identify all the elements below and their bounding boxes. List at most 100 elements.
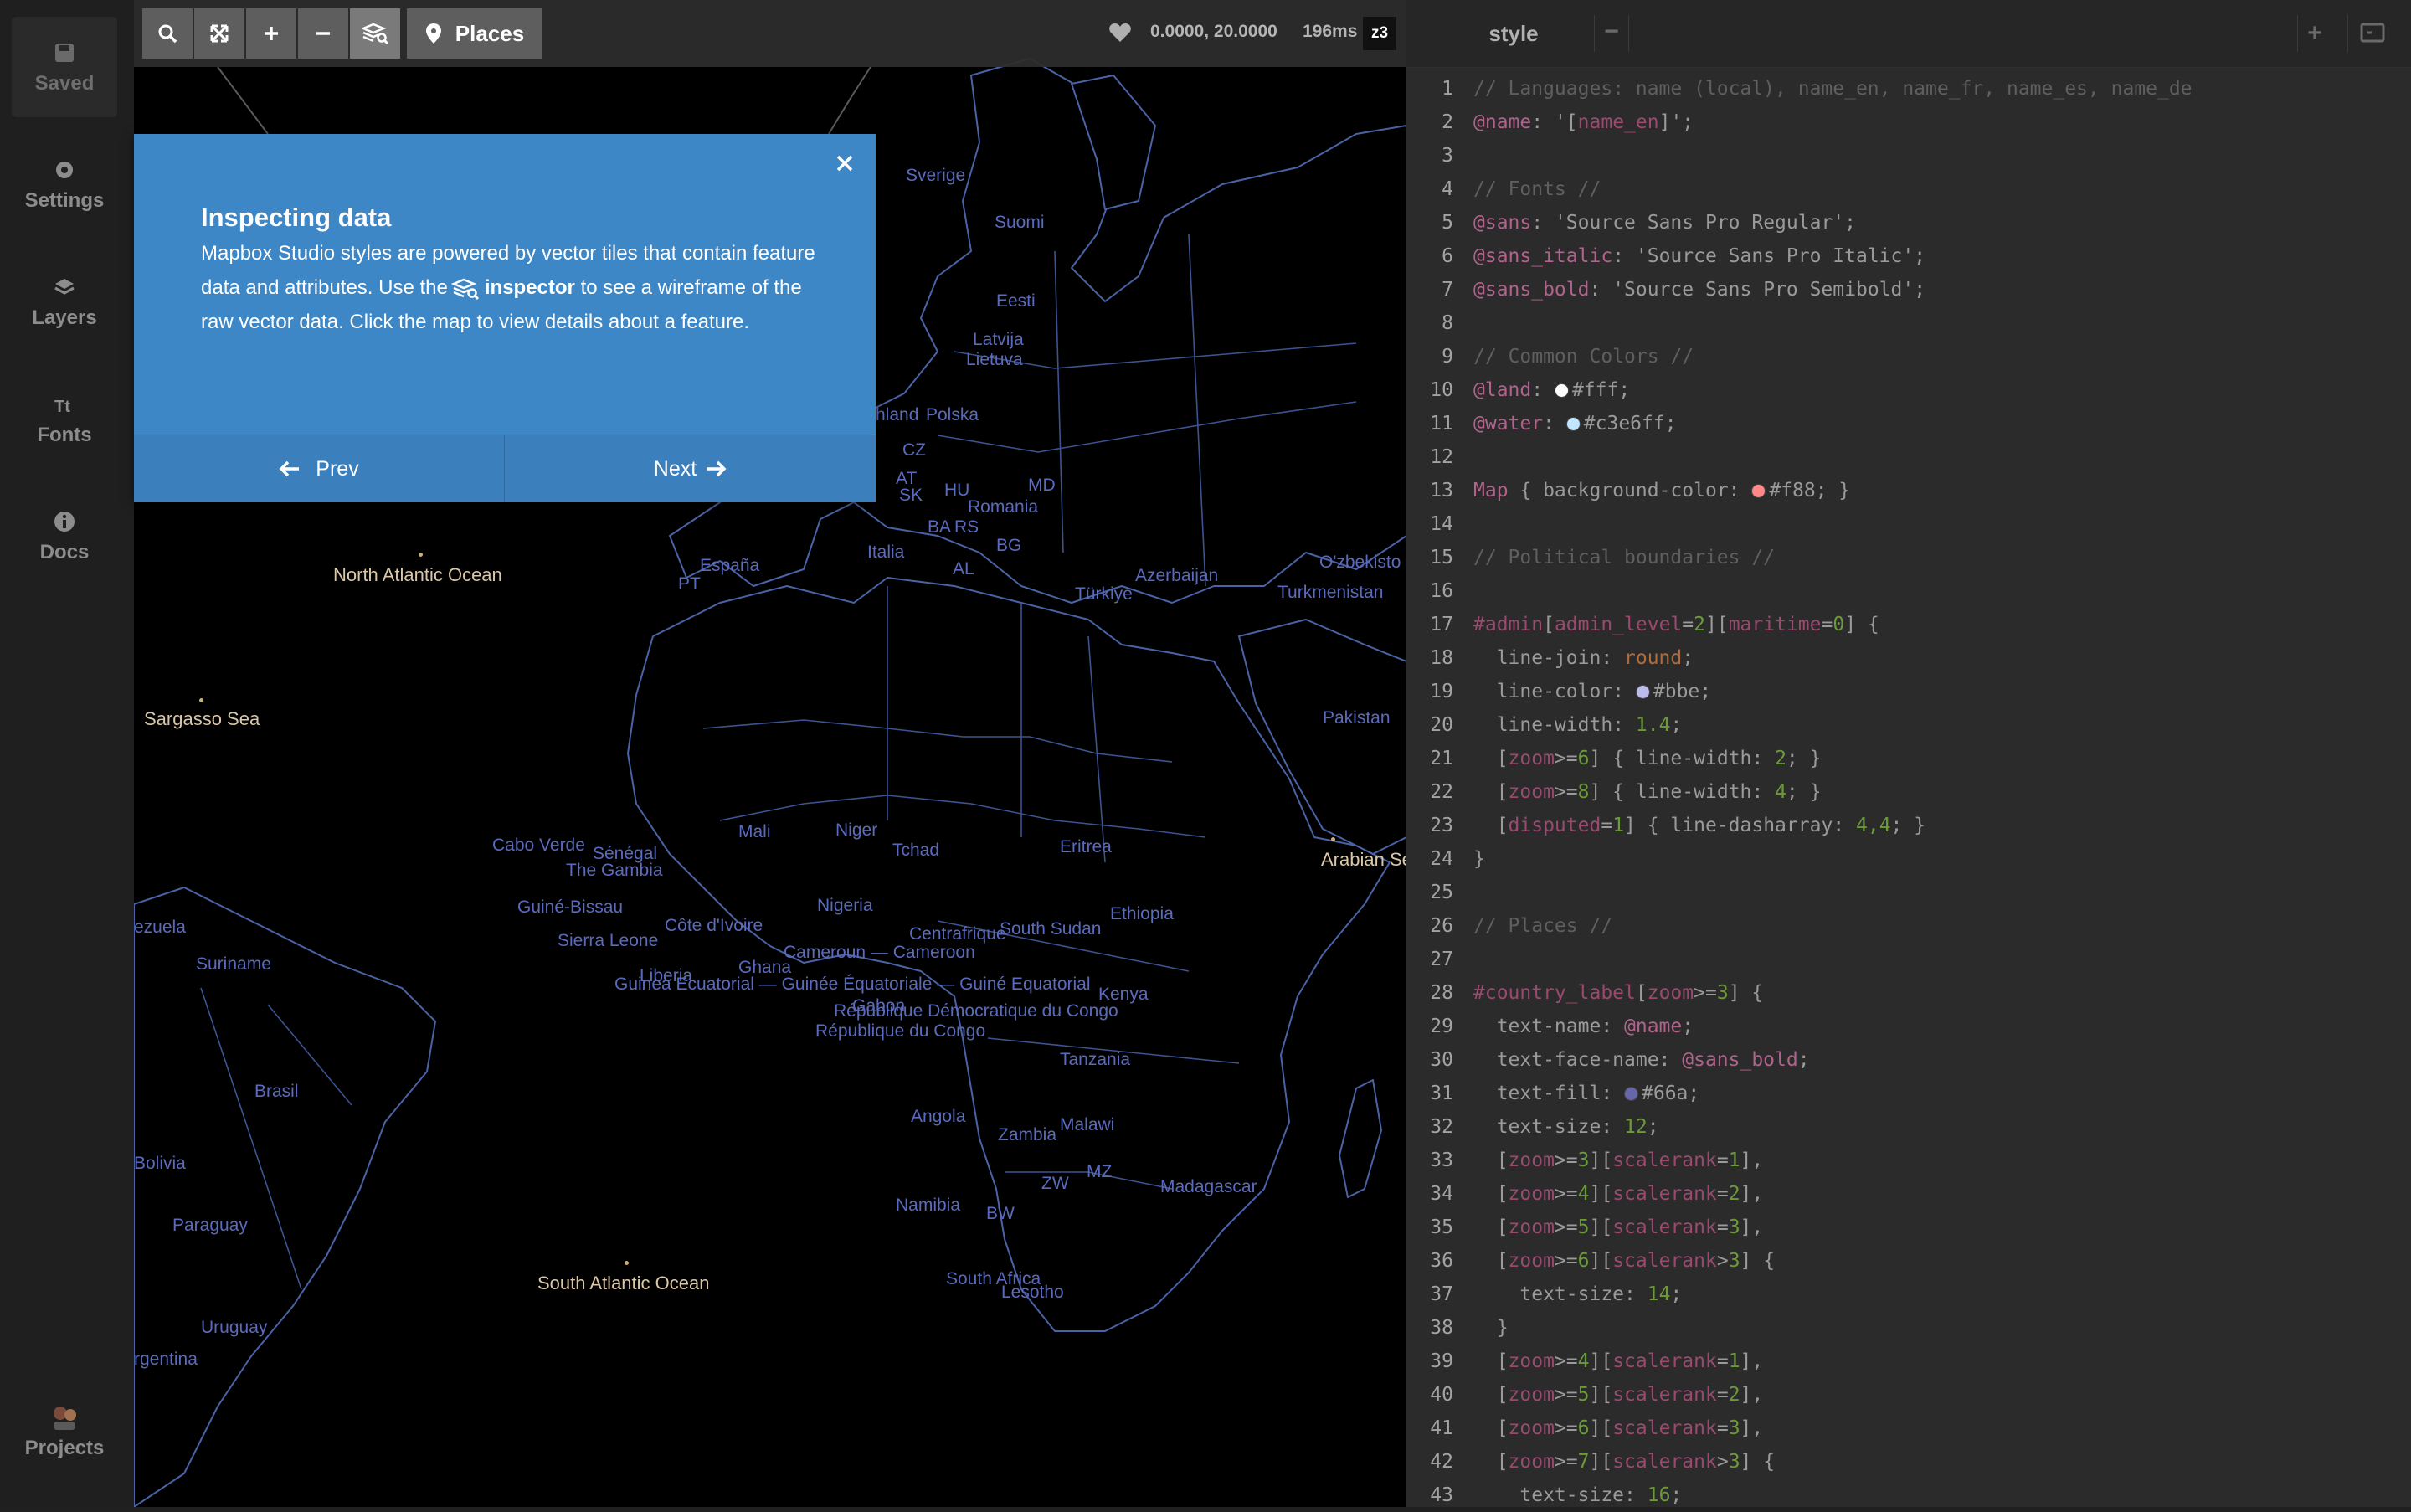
code-line[interactable]: 22 [zoom>=8] { line-width: 4; } (1406, 775, 2411, 809)
line-number: 3 (1442, 145, 1453, 167)
sidebar-item-layers[interactable]: Layers (12, 251, 117, 352)
code-line[interactable]: 29 text-name: @name; (1406, 1010, 2411, 1043)
prev-label: Prev (316, 456, 359, 481)
code-line[interactable]: 23 [disputed=1] { line-dasharray: 4,4; } (1406, 809, 2411, 842)
country-label: BA (928, 517, 952, 537)
country-label: Sierra Leone (558, 931, 659, 950)
remove-tab-button[interactable]: − (1594, 15, 1629, 52)
code-line[interactable]: 3 (1406, 139, 2411, 172)
inspector-button[interactable] (350, 8, 400, 59)
code-text: [zoom>=6][scalerank=3], (1473, 1417, 1764, 1439)
code-line[interactable]: 17 #admin[admin_level=2][maritime=0] { (1406, 608, 2411, 641)
line-number: 35 (1430, 1216, 1453, 1238)
country-label: CZ (902, 440, 926, 460)
code-line[interactable]: 21 [zoom>=6] { line-width: 2; } (1406, 742, 2411, 775)
country-label: PT (678, 574, 701, 594)
code-line[interactable]: 12 (1406, 440, 2411, 474)
code-text: #country_label[zoom>=3] { (1473, 982, 1764, 1004)
code-line[interactable]: 33 [zoom>=3][scalerank=1], (1406, 1144, 2411, 1177)
code-line[interactable]: 18 line-join: round; (1406, 641, 2411, 675)
code-editor[interactable]: 1 // Languages: name (local), name_en, na… (1406, 72, 2411, 1512)
code-line[interactable]: 20 line-width: 1.4; (1406, 708, 2411, 742)
line-number: 33 (1430, 1149, 1453, 1171)
code-line[interactable]: 32 text-size: 12; (1406, 1110, 2411, 1144)
country-label: rgentina (134, 1350, 198, 1369)
code-line[interactable]: 35 [zoom>=5][scalerank=3], (1406, 1211, 2411, 1244)
code-line[interactable]: 40 [zoom>=5][scalerank=2], (1406, 1378, 2411, 1412)
code-line[interactable]: 14 (1406, 507, 2411, 541)
heart-icon[interactable] (1108, 22, 1132, 44)
code-line[interactable]: 11 @water: #c3e6ff; (1406, 407, 2411, 440)
country-label: ZW (1041, 1174, 1069, 1193)
line-number: 32 (1430, 1116, 1453, 1138)
sidebar-item-label: Docs (39, 541, 90, 563)
line-number: 29 (1430, 1016, 1453, 1037)
sidebar-item-settings[interactable]: Settings (12, 134, 117, 234)
code-line[interactable]: 37 text-size: 14; (1406, 1278, 2411, 1311)
code-text: [zoom>=8] { line-width: 4; } (1473, 781, 1822, 803)
tab-style[interactable]: style (1406, 0, 1621, 67)
code-line[interactable]: 10 @land: #fff; (1406, 373, 2411, 407)
code-line[interactable]: 7 @sans_bold: 'Source Sans Pro Semibold'; (1406, 273, 2411, 306)
code-line[interactable]: 2 @name: '[name_en]'; (1406, 105, 2411, 139)
sidebar-item-docs[interactable]: Docs (12, 486, 117, 586)
sidebar-item-fonts[interactable]: Tt Fonts (12, 368, 117, 469)
code-line[interactable]: 30 text-face-name: @sans_bold; (1406, 1043, 2411, 1077)
code-line[interactable]: 36 [zoom>=6][scalerank>3] { (1406, 1244, 2411, 1278)
dialog-button-row: Prev Next (134, 435, 876, 502)
label-point (199, 698, 203, 702)
places-button[interactable]: Places (407, 8, 542, 59)
code-line[interactable]: 13 Map { background-color: #f88; } (1406, 474, 2411, 507)
line-number: 14 (1430, 513, 1453, 535)
sidebar-item-projects[interactable]: Projects (12, 1390, 117, 1490)
add-tab-button[interactable]: + (2297, 15, 2331, 52)
country-label: Suriname (196, 954, 271, 974)
code-line[interactable]: 43 text-size: 16; (1406, 1479, 2411, 1512)
line-number: 36 (1430, 1250, 1453, 1272)
prev-button[interactable]: Prev (134, 435, 505, 502)
code-text: [zoom>=4][scalerank=2], (1473, 1183, 1764, 1205)
code-line[interactable]: 31 text-fill: #66a; (1406, 1077, 2411, 1110)
code-text: [zoom>=5][scalerank=2], (1473, 1384, 1764, 1406)
line-number: 19 (1430, 681, 1453, 702)
country-label: HU (944, 481, 970, 500)
minus-icon: − (1604, 18, 1619, 45)
toggle-panel-button[interactable] (2347, 15, 2395, 52)
search-button[interactable] (142, 8, 193, 59)
zoom-in-button[interactable] (246, 8, 296, 59)
code-line[interactable]: 4 // Fonts // (1406, 172, 2411, 206)
code-line[interactable]: 24} (1406, 842, 2411, 876)
country-label: O'zbekisto (1319, 553, 1401, 572)
code-line[interactable]: 27 (1406, 943, 2411, 976)
code-line[interactable]: 34 [zoom>=4][scalerank=2], (1406, 1177, 2411, 1211)
country-label: Nigeria (817, 896, 873, 915)
code-line[interactable]: 6 @sans_italic: 'Source Sans Pro Italic'; (1406, 239, 2411, 273)
fullscreen-button[interactable] (194, 8, 244, 59)
code-line[interactable]: 41 [zoom>=6][scalerank=3], (1406, 1412, 2411, 1445)
line-number: 5 (1442, 212, 1453, 234)
svg-text:Tt: Tt (54, 398, 70, 416)
close-icon[interactable] (832, 151, 857, 176)
line-number: 7 (1442, 279, 1453, 301)
code-line[interactable]: 26 // Places // (1406, 909, 2411, 943)
code-line[interactable]: 15 // Political boundaries // (1406, 541, 2411, 574)
code-line[interactable]: 42 [zoom>=7][scalerank>3] { (1406, 1445, 2411, 1479)
sidebar-item-saved[interactable]: Saved (12, 17, 117, 117)
code-text: text-size: 12; (1473, 1116, 1659, 1138)
code-line[interactable]: 19 line-color: #bbe; (1406, 675, 2411, 708)
code-line[interactable]: 5 @sans: 'Source Sans Pro Regular'; (1406, 206, 2411, 239)
code-line[interactable]: 25 (1406, 876, 2411, 909)
code-line[interactable]: 8 (1406, 306, 2411, 340)
zoom-out-button[interactable] (298, 8, 348, 59)
country-label: Sverige (906, 166, 966, 185)
next-button[interactable]: Next (505, 435, 876, 502)
code-line[interactable]: 28 #country_label[zoom>=3] { (1406, 976, 2411, 1010)
code-line[interactable]: 38 } (1406, 1311, 2411, 1345)
code-line[interactable]: 39 [zoom>=4][scalerank=1], (1406, 1345, 2411, 1378)
country-label: hland (876, 405, 919, 424)
code-line[interactable]: 1 // Languages: name (local), name_en, na… (1406, 72, 2411, 105)
line-number: 41 (1430, 1417, 1453, 1439)
code-line[interactable]: 9 // Common Colors // (1406, 340, 2411, 373)
expand-icon (210, 24, 229, 43)
code-line[interactable]: 16 (1406, 574, 2411, 608)
